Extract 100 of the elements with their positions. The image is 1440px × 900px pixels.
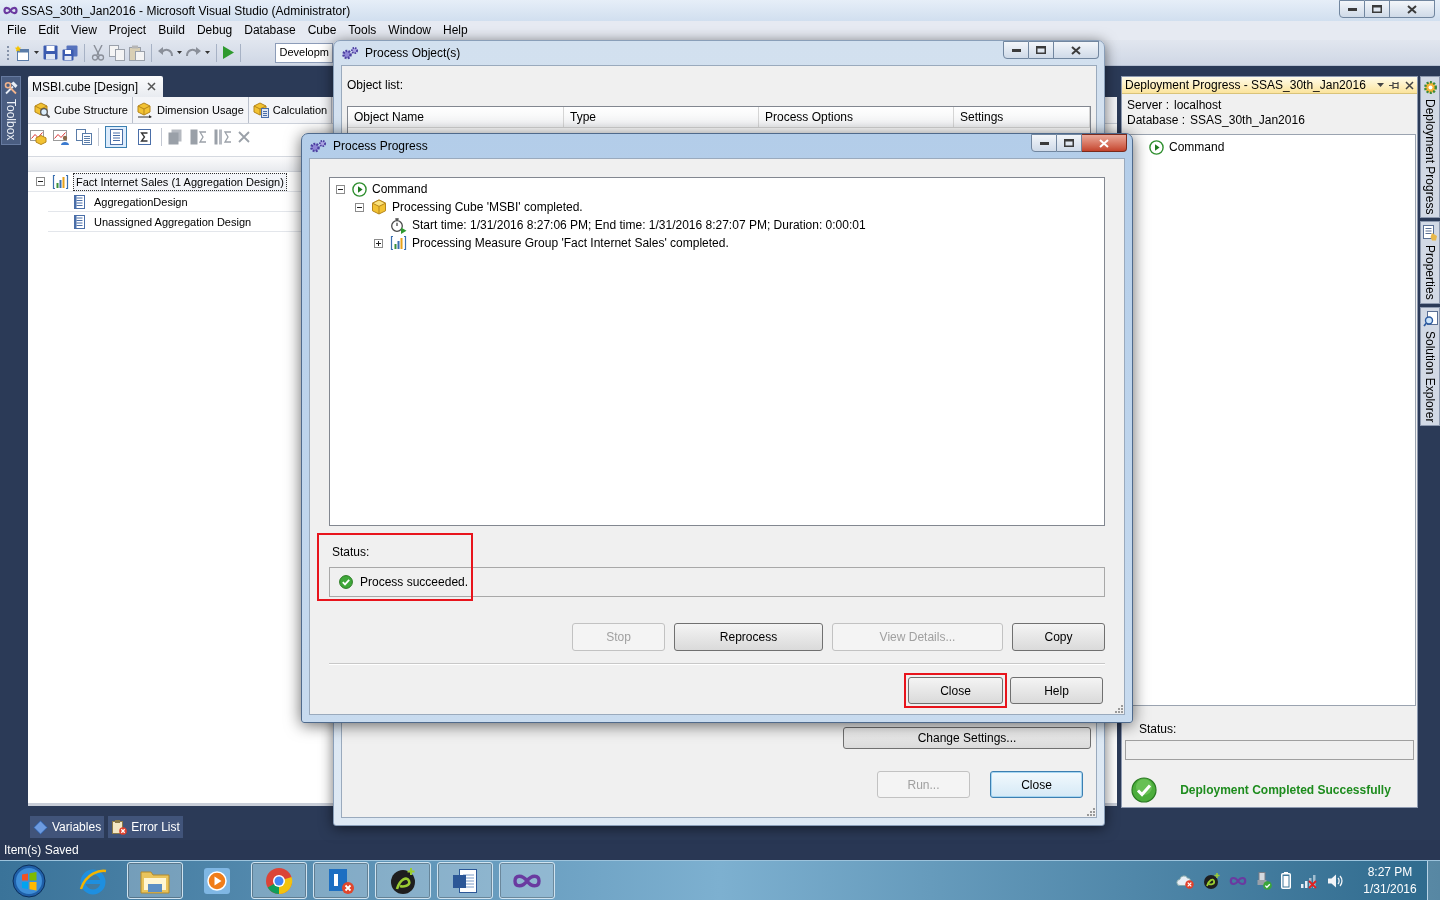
collapse-icon[interactable] (336, 184, 345, 194)
taskbar-button[interactable] (375, 862, 431, 899)
caret-icon[interactable] (1377, 83, 1384, 87)
menu-item[interactable]: Build (152, 22, 191, 39)
swoosh-circle-icon[interactable] (1203, 872, 1220, 889)
copy-button[interactable]: Copy (1012, 623, 1105, 651)
view-mode-button[interactable] (105, 126, 127, 148)
collapse-icon[interactable] (36, 177, 45, 186)
scissors-icon[interactable] (91, 44, 105, 61)
split-columns-icon[interactable] (214, 129, 232, 145)
side-tab[interactable]: Solution Explorer (1420, 307, 1440, 427)
menu-item[interactable]: Project (102, 22, 153, 39)
status-text: Item(s) Saved (4, 842, 79, 859)
battery-icon[interactable] (1281, 872, 1291, 889)
menu-item[interactable]: Cube (301, 22, 343, 39)
column-header[interactable]: Process Options (759, 107, 954, 128)
chart-person-icon[interactable] (53, 129, 70, 145)
dialog-title: Process Progress (333, 138, 428, 155)
expand-icon[interactable] (374, 238, 383, 248)
infinity-icon[interactable] (3, 6, 18, 15)
new-item-icon[interactable] (14, 44, 30, 61)
menu-item[interactable]: Tools (342, 22, 383, 39)
menu-item[interactable]: Debug (190, 22, 239, 39)
designer-tab[interactable]: Cube Structure (30, 97, 133, 123)
collapse-icon[interactable] (355, 202, 364, 212)
usb-check-icon[interactable] (1256, 871, 1272, 890)
designer-tab[interactable]: Calculation (248, 97, 333, 123)
pin-icon[interactable] (1389, 80, 1400, 90)
side-tab[interactable]: Properties (1420, 221, 1440, 305)
log-entry: Processing Measure Group 'Fact Internet Sales' completed. (412, 235, 729, 251)
menu-item[interactable]: File (1, 22, 33, 39)
designer-tab[interactable]: Dimension Usage (133, 97, 249, 123)
menu-item[interactable]: View (65, 22, 103, 39)
page-stack-icon[interactable] (168, 129, 184, 145)
menu-item[interactable]: Database (238, 22, 302, 39)
reprocess-button[interactable]: Reprocess (674, 623, 823, 651)
bar-chart-icon (390, 235, 407, 251)
gears-icon (341, 46, 359, 60)
column-header[interactable]: Type (564, 107, 759, 128)
menu-item[interactable]: Edit (32, 22, 66, 39)
chart-cube-icon[interactable] (30, 129, 47, 145)
check-circle-icon (339, 575, 353, 589)
configuration-dropdown[interactable]: Developm (275, 42, 333, 63)
tree-item[interactable]: AggregationDesign (91, 192, 191, 211)
toolbox-tab[interactable]: Toolbox (1, 76, 21, 146)
log-entry: Command (372, 181, 428, 197)
taskbar-button[interactable] (437, 862, 493, 899)
close-icon[interactable] (1405, 80, 1414, 90)
signal-icon[interactable] (1300, 872, 1318, 889)
close-button[interactable] (1082, 134, 1127, 152)
close-button[interactable] (1390, 0, 1435, 18)
caret-icon[interactable] (34, 51, 39, 54)
tool-window-tab[interactable]: Error List (108, 816, 183, 838)
help-button[interactable]: Help (1010, 677, 1103, 704)
column-header[interactable]: Settings (954, 107, 1090, 128)
maximize-button[interactable] (1057, 134, 1082, 152)
minimize-icon (1011, 48, 1021, 52)
info-value: SSAS_30th_Jan2016 (1190, 111, 1305, 129)
column-header[interactable]: Object Name (348, 107, 564, 128)
save-icon[interactable] (43, 45, 58, 60)
clipboard-error-icon (111, 819, 128, 835)
maximize-button[interactable] (1365, 0, 1390, 18)
clock-date: 1/31/2016 (1363, 880, 1417, 898)
play-circle-icon (352, 181, 367, 197)
delete-icon[interactable] (238, 131, 250, 143)
close-button[interactable]: Close (990, 771, 1083, 798)
caret-icon[interactable] (205, 51, 210, 54)
menu-item[interactable]: Window (382, 22, 437, 39)
bar-chart-icon (52, 173, 69, 190)
change-settings-button[interactable]: Change Settings... (843, 727, 1091, 749)
gears-icon (309, 139, 327, 153)
close-icon[interactable] (147, 82, 157, 91)
minimize-button[interactable] (1031, 134, 1057, 152)
infinity-icon (512, 872, 542, 889)
tool-window-tab[interactable]: Variables (30, 816, 105, 838)
close-button[interactable]: Close (908, 677, 1003, 704)
maximize-icon (1372, 5, 1382, 13)
gear-icon (1422, 80, 1438, 95)
play-icon[interactable] (223, 46, 234, 59)
speaker-icon[interactable] (1327, 872, 1343, 889)
menu-item[interactable]: Help (437, 22, 474, 39)
tree-item[interactable]: Fact Internet Sales (1 Aggregation Design) (73, 172, 287, 191)
split-page-icon[interactable] (190, 129, 208, 145)
close-button[interactable] (1054, 41, 1099, 59)
check-circle-icon (1131, 777, 1157, 803)
side-tab[interactable]: Deployment Progress (1420, 76, 1440, 219)
cube-calculator-icon (252, 102, 269, 118)
caret-icon[interactable] (177, 51, 182, 54)
document-icon (72, 213, 87, 230)
clock-time: 8:27 PM (1367, 863, 1413, 881)
copy-pages-icon[interactable] (76, 129, 92, 145)
taskbar-button[interactable] (499, 862, 555, 899)
tree-item[interactable]: Unassigned Aggregation Design (91, 212, 255, 231)
document-tab[interactable]: MSBI.cube [Design] (28, 76, 164, 97)
minimize-button[interactable] (1003, 41, 1029, 59)
page-icon (109, 129, 123, 145)
minimize-button[interactable] (1339, 0, 1365, 18)
cloud-error-icon[interactable] (1176, 872, 1194, 889)
maximize-button[interactable] (1029, 41, 1054, 59)
save-all-icon[interactable] (62, 44, 78, 61)
